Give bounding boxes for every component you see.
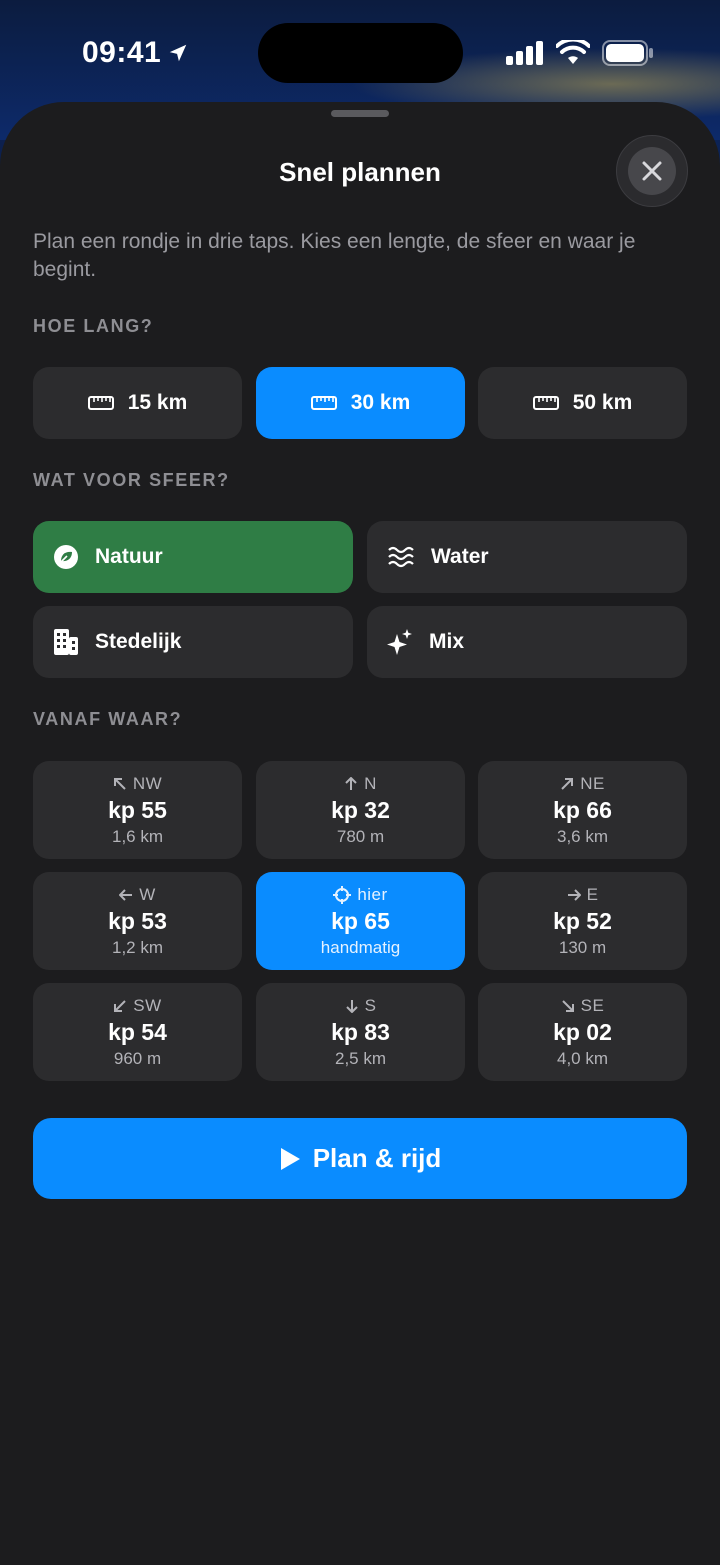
direction-label: hier (357, 884, 388, 904)
arrow-up-icon (345, 776, 357, 790)
mood-option-mix[interactable]: Mix (367, 606, 687, 678)
start-option-distance: 3,6 km (556, 826, 609, 846)
start-option-direction: hier (333, 885, 387, 905)
length-option-label: 50 km (572, 391, 633, 414)
length-option-30[interactable]: 30 km (256, 367, 465, 439)
arrow-up-left-icon (113, 777, 126, 790)
arrow-right-icon (567, 888, 581, 901)
quick-plan-sheet: Snel plannen Plan een rondje in drie tap… (0, 102, 720, 1565)
mood-option-label: Stedelijk (95, 630, 182, 653)
sheet-description: Plan een rondje in drie taps. Kies een l… (33, 230, 636, 281)
start-option-w[interactable]: W kp 53 1,2 km (33, 872, 242, 970)
close-button[interactable] (616, 135, 688, 207)
mood-option-stedelijk[interactable]: Stedelijk (33, 606, 353, 678)
leaf-icon (53, 544, 79, 570)
mood-option-natuur[interactable]: Natuur (33, 521, 353, 593)
sheet-title: Snel plannen (279, 157, 441, 187)
direction-label: W (139, 884, 156, 904)
signal-icon (506, 41, 544, 65)
start-option-direction: NW (113, 774, 162, 794)
start-option-hier[interactable]: hier kp 65 handmatig (256, 872, 465, 970)
start-option-direction: SW (113, 996, 161, 1016)
start-option-n[interactable]: N kp 32 780 m (256, 761, 465, 859)
waves-icon (387, 546, 415, 568)
start-option-kp: kp 65 (331, 907, 390, 934)
start-option-distance: 4,0 km (556, 1048, 609, 1068)
start-option-distance: 1,6 km (111, 826, 164, 846)
arrow-down-right-icon (561, 999, 574, 1012)
start-option-s[interactable]: S kp 83 2,5 km (256, 983, 465, 1081)
start-option-direction: SE (561, 996, 605, 1016)
direction-label: SE (580, 995, 605, 1015)
start-option-distance: handmatig (320, 937, 401, 957)
sheet-grabber[interactable] (331, 110, 389, 117)
direction-label: NE (580, 773, 605, 793)
start-option-distance: 960 m (113, 1048, 162, 1068)
length-option-15[interactable]: 15 km (33, 367, 242, 439)
direction-label: NW (132, 773, 163, 793)
start-option-direction: E (567, 885, 599, 905)
start-option-direction: NE (560, 774, 605, 794)
start-option-direction: S (345, 996, 377, 1016)
start-option-kp: kp 83 (331, 1018, 390, 1045)
location-arrow-icon (167, 42, 189, 64)
ruler-icon (532, 396, 559, 410)
battery-icon (602, 40, 654, 66)
arrow-left-icon (119, 888, 133, 901)
plan-and-ride-button[interactable]: Plan & rijd (33, 1118, 687, 1199)
start-option-distance: 1,2 km (111, 937, 164, 957)
start-option-distance: 780 m (336, 826, 385, 846)
sparkles-icon (387, 628, 413, 656)
plan-and-ride-label: Plan & rijd (312, 1143, 442, 1173)
crosshair-icon (333, 885, 352, 904)
arrow-down-left-icon (114, 999, 127, 1012)
start-option-kp: kp 53 (108, 907, 167, 934)
length-option-label: 30 km (350, 391, 411, 414)
start-option-kp: kp 02 (553, 1018, 612, 1045)
direction-label: N (364, 773, 377, 793)
start-option-kp: kp 52 (553, 907, 612, 934)
status-time: 09:41 (82, 36, 189, 70)
time-label: 09:41 (82, 36, 162, 69)
start-option-kp: kp 32 (331, 796, 390, 823)
direction-label: SW (133, 995, 162, 1015)
start-option-se[interactable]: SE kp 02 4,0 km (478, 983, 687, 1081)
length-section-label: HOE LANG? (33, 316, 154, 336)
ruler-icon (87, 396, 114, 410)
mood-option-label: Mix (429, 630, 465, 653)
length-option-50[interactable]: 50 km (478, 367, 687, 439)
dynamic-island (258, 23, 463, 83)
wifi-icon (556, 40, 590, 66)
close-icon (628, 147, 676, 195)
play-icon (279, 1147, 301, 1171)
mood-section-label: WAT VOOR SFEER? (33, 470, 230, 490)
start-option-ne[interactable]: NE kp 66 3,6 km (478, 761, 687, 859)
length-option-label: 15 km (127, 391, 188, 414)
start-option-direction: N (344, 774, 377, 794)
status-bar: 09:41 (0, 0, 720, 104)
start-section-label: VANAF WAAR? (33, 709, 183, 729)
status-icons (506, 40, 654, 66)
mood-option-label: Water (431, 545, 489, 568)
start-option-kp: kp 55 (108, 796, 167, 823)
direction-label: E (586, 884, 599, 904)
start-option-nw[interactable]: NW kp 55 1,6 km (33, 761, 242, 859)
start-option-kp: kp 66 (553, 796, 612, 823)
building-icon (53, 628, 79, 656)
start-option-sw[interactable]: SW kp 54 960 m (33, 983, 242, 1081)
start-option-kp: kp 54 (108, 1018, 167, 1045)
direction-label: S (364, 995, 377, 1015)
start-option-distance: 2,5 km (334, 1048, 387, 1068)
arrow-down-icon (345, 999, 358, 1013)
arrow-up-right-icon (561, 777, 574, 790)
mood-option-label: Natuur (95, 545, 163, 568)
start-option-e[interactable]: E kp 52 130 m (478, 872, 687, 970)
mood-option-water[interactable]: Water (367, 521, 687, 593)
start-option-direction: W (119, 885, 156, 905)
ruler-icon (310, 396, 337, 410)
start-option-distance: 130 m (558, 937, 607, 957)
